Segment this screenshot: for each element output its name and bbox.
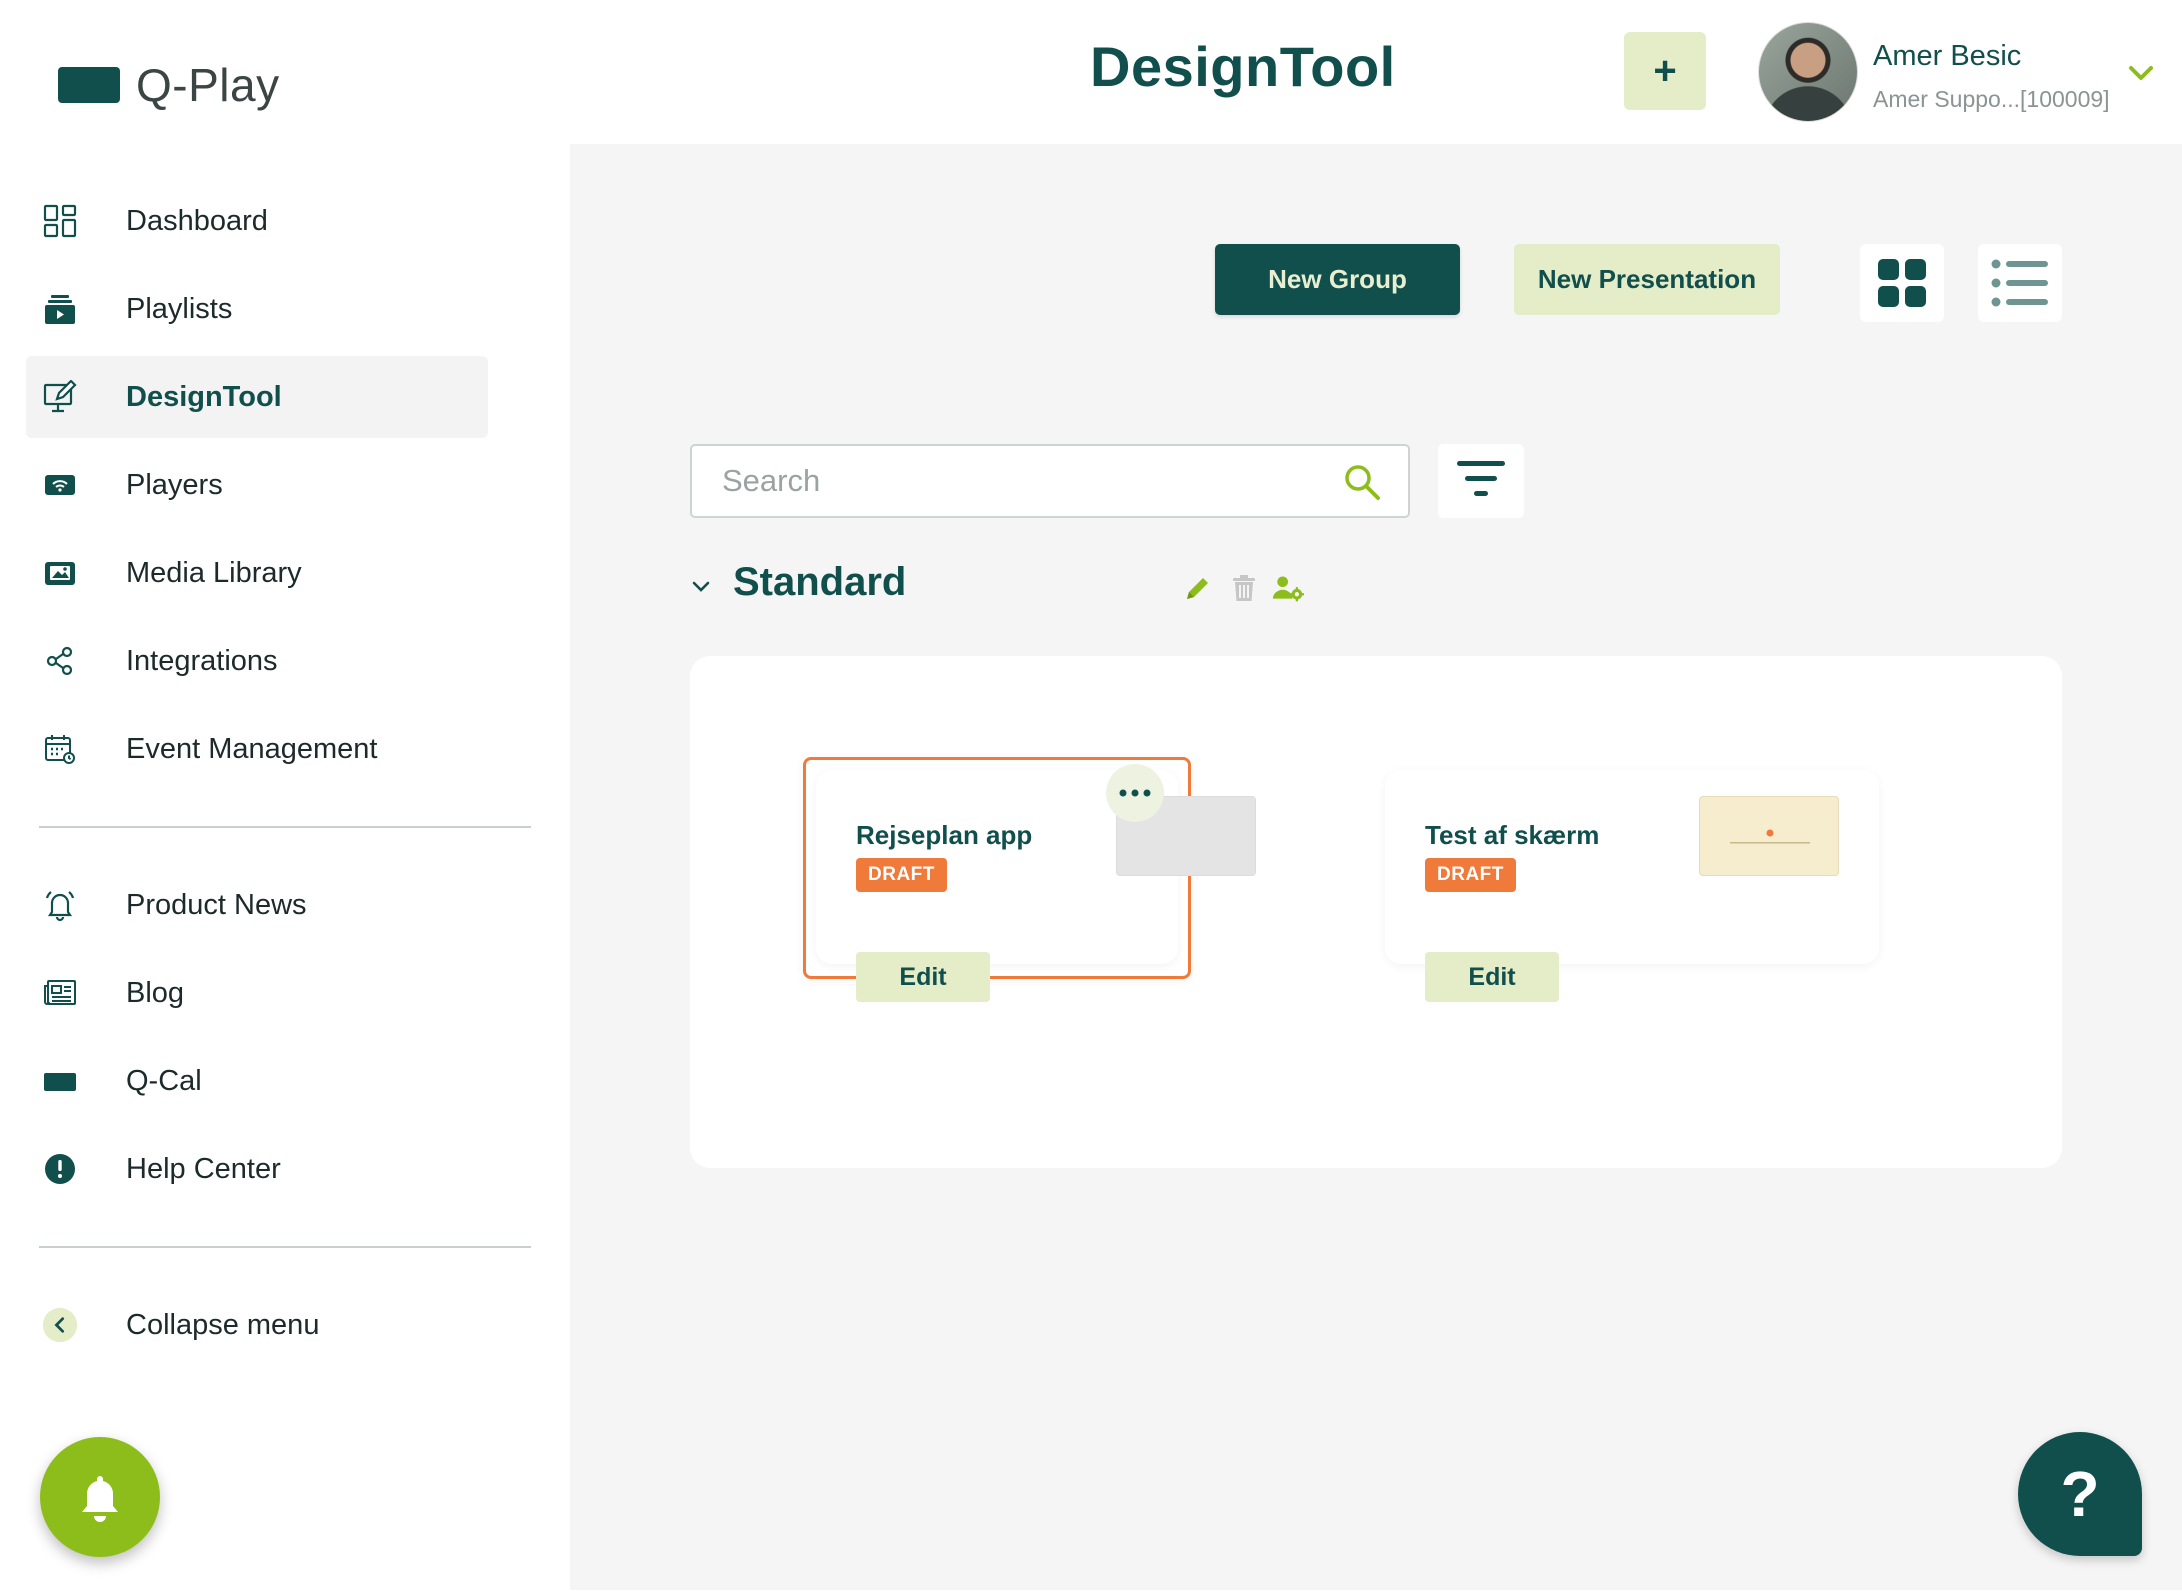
thumbnail-preview [1730,829,1810,844]
sidebar-item-label: Help Center [126,1152,281,1185]
grid-view-button[interactable] [1860,244,1944,322]
notifications-button[interactable] [40,1437,160,1557]
sidebar-item-label: Players [126,468,223,501]
sidebar: Q-Play Dashboard Playlists DesignTool Pl… [0,0,570,1596]
collapse-menu-button[interactable]: Collapse menu [26,1284,488,1366]
sidebar-item-dashboard[interactable]: Dashboard [26,180,488,262]
share-icon [42,643,78,679]
presentation-title: Rejseplan app [856,820,1033,850]
calendar-icon [42,731,78,767]
media-library-icon [42,555,78,591]
sidebar-item-help-center[interactable]: Help Center [26,1128,488,1210]
presentation-card[interactable]: Test af skærm DRAFT Edit [1385,770,1879,1002]
status-badge: DRAFT [856,858,947,892]
sidebar-item-label: Product News [126,888,307,921]
sidebar-item-label: Integrations [126,644,278,677]
top-header: DesignTool + Amer Besic Amer Suppo...[10… [570,0,2182,144]
sidebar-item-players[interactable]: Players [26,444,488,526]
sidebar-item-label: Q-Cal [126,1064,202,1097]
chevron-down-icon[interactable] [688,574,714,600]
edit-group-button[interactable] [1182,572,1214,604]
sidebar-item-media-library[interactable]: Media Library [26,532,488,614]
players-icon [42,467,78,503]
search-box [690,444,1410,518]
chevron-left-icon [42,1307,78,1343]
search-icon[interactable] [1342,462,1382,502]
group-permissions-button[interactable] [1272,572,1304,604]
edit-button[interactable]: Edit [856,952,990,1002]
sidebar-divider [39,826,531,828]
design-tool-icon [42,379,78,415]
collapse-menu-label: Collapse menu [126,1308,320,1341]
more-options-button[interactable] [1106,764,1164,822]
list-view-button[interactable] [1978,244,2062,322]
sidebar-nav: Dashboard Playlists DesignTool Players M… [26,180,531,1372]
newspaper-icon [42,975,78,1011]
page-title: DesignTool [1090,35,1396,98]
sidebar-item-label: Blog [126,976,185,1009]
filter-icon [1457,461,1505,496]
sidebar-item-label: Media Library [126,556,302,589]
q-cal-icon [42,1063,78,1099]
sidebar-item-blog[interactable]: Blog [26,952,488,1034]
sidebar-item-playlists[interactable]: Playlists [26,268,488,350]
avatar[interactable] [1758,22,1858,122]
sidebar-item-label: Dashboard [126,204,268,237]
sidebar-item-product-news[interactable]: Product News [26,864,488,946]
new-presentation-button[interactable]: New Presentation [1514,244,1780,315]
sidebar-item-label: Event Management [126,732,378,765]
sidebar-divider [39,1246,531,1248]
dashboard-icon [42,203,78,239]
pencil-icon [1187,578,1208,599]
delete-group-button[interactable] [1228,572,1260,604]
playlist-icon [42,291,78,327]
group-title: Standard [733,560,907,604]
group-panel: Rejseplan app DRAFT Edit Test af skærm D… [690,656,2062,1168]
presentation-thumbnail[interactable] [1699,796,1839,876]
bell-icon [82,1476,118,1522]
main-content: New Group New Presentation Standard Rejs… [570,144,2182,1590]
chevron-down-icon[interactable] [2126,58,2156,88]
q-play-logo-icon [58,67,120,103]
add-button[interactable]: + [1624,32,1706,110]
presentation-title: Test af skærm [1425,820,1600,850]
edit-button[interactable]: Edit [1425,952,1559,1002]
new-group-button[interactable]: New Group [1215,244,1460,315]
sidebar-item-label: Playlists [126,292,233,325]
brand-logo[interactable]: Q-Play [58,58,280,112]
exclamation-circle-icon [42,1151,78,1187]
user-account[interactable]: Amer Suppo...[100009] [1873,86,2110,113]
sidebar-item-q-cal[interactable]: Q-Cal [26,1040,488,1122]
sidebar-item-designtool[interactable]: DesignTool [26,356,488,438]
bell-alert-icon [42,887,78,923]
help-chat-button[interactable]: ? [2018,1432,2142,1556]
sidebar-item-event-management[interactable]: Event Management [26,708,488,790]
more-horizontal-icon [1119,789,1151,797]
sidebar-item-integrations[interactable]: Integrations [26,620,488,702]
status-badge: DRAFT [1425,858,1516,892]
sidebar-item-label: DesignTool [126,380,282,413]
search-input[interactable] [722,458,1302,504]
brand-name: Q-Play [136,59,280,111]
list-view-icon [1991,259,2048,307]
trash-icon [1233,575,1255,601]
grid-view-icon [1878,259,1926,307]
user-name[interactable]: Amer Besic [1873,40,2021,73]
filter-button[interactable] [1438,444,1524,518]
user-settings-icon [1272,576,1304,602]
